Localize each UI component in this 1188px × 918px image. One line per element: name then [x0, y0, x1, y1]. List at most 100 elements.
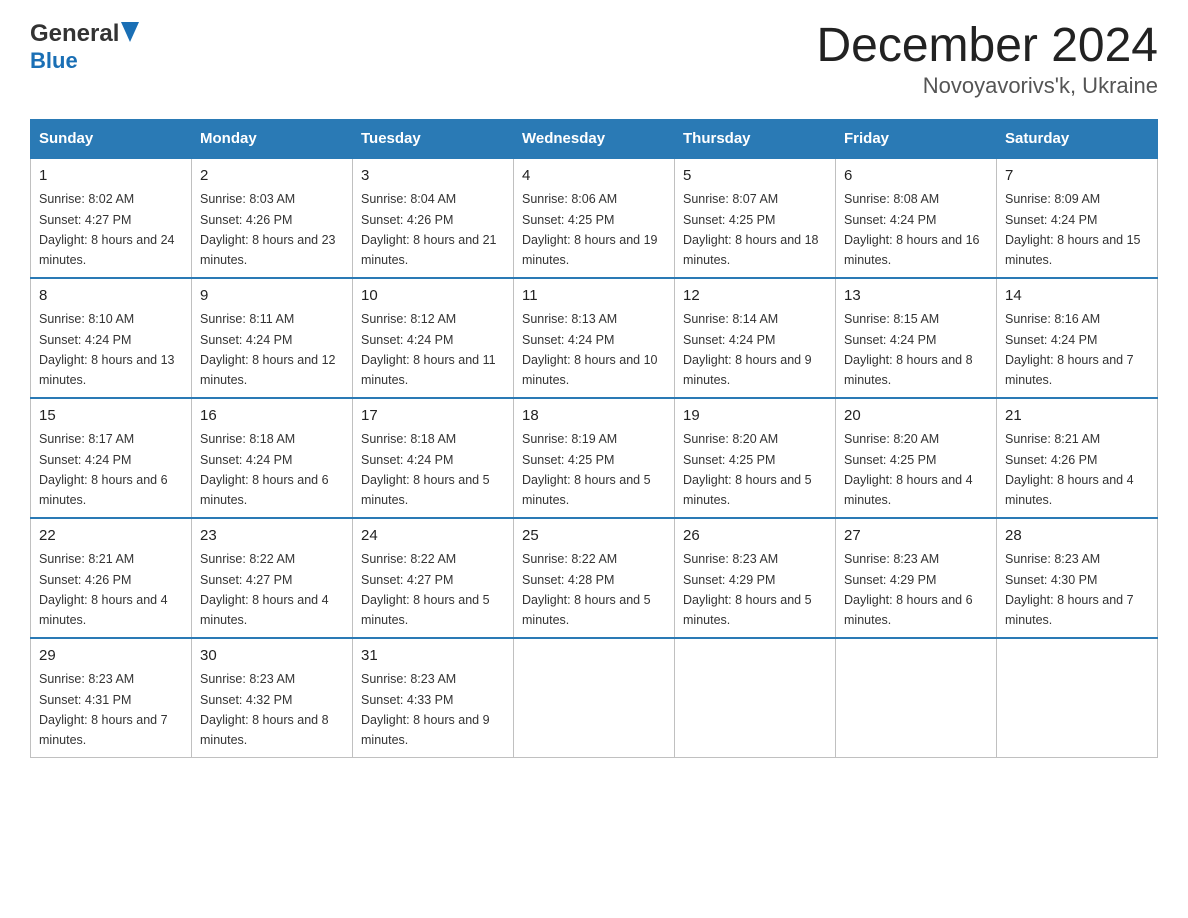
- calendar-cell: 7 Sunrise: 8:09 AMSunset: 4:24 PMDayligh…: [997, 158, 1158, 278]
- page-header: General Blue December 2024 Novoyavorivs'…: [30, 20, 1158, 99]
- calendar-cell: 19 Sunrise: 8:20 AMSunset: 4:25 PMDaylig…: [675, 398, 836, 518]
- logo: General Blue: [30, 20, 139, 74]
- day-number: 21: [1005, 405, 1149, 428]
- day-info: Sunrise: 8:23 AMSunset: 4:30 PMDaylight:…: [1005, 552, 1134, 627]
- day-info: Sunrise: 8:02 AMSunset: 4:27 PMDaylight:…: [39, 192, 175, 267]
- logo-general-text: General: [30, 20, 119, 48]
- day-number: 7: [1005, 165, 1149, 188]
- day-info: Sunrise: 8:03 AMSunset: 4:26 PMDaylight:…: [200, 192, 336, 267]
- calendar-table: SundayMondayTuesdayWednesdayThursdayFrid…: [30, 119, 1158, 759]
- day-info: Sunrise: 8:16 AMSunset: 4:24 PMDaylight:…: [1005, 312, 1134, 387]
- calendar-cell: [514, 638, 675, 758]
- day-info: Sunrise: 8:17 AMSunset: 4:24 PMDaylight:…: [39, 432, 168, 507]
- calendar-cell: 20 Sunrise: 8:20 AMSunset: 4:25 PMDaylig…: [836, 398, 997, 518]
- calendar-cell: 2 Sunrise: 8:03 AMSunset: 4:26 PMDayligh…: [192, 158, 353, 278]
- day-info: Sunrise: 8:13 AMSunset: 4:24 PMDaylight:…: [522, 312, 658, 387]
- calendar-week-row: 1 Sunrise: 8:02 AMSunset: 4:27 PMDayligh…: [31, 158, 1158, 278]
- calendar-cell: 26 Sunrise: 8:23 AMSunset: 4:29 PMDaylig…: [675, 518, 836, 638]
- day-number: 4: [522, 165, 666, 188]
- calendar-week-row: 8 Sunrise: 8:10 AMSunset: 4:24 PMDayligh…: [31, 278, 1158, 398]
- calendar-cell: 29 Sunrise: 8:23 AMSunset: 4:31 PMDaylig…: [31, 638, 192, 758]
- day-number: 16: [200, 405, 344, 428]
- calendar-cell: 8 Sunrise: 8:10 AMSunset: 4:24 PMDayligh…: [31, 278, 192, 398]
- calendar-cell: 9 Sunrise: 8:11 AMSunset: 4:24 PMDayligh…: [192, 278, 353, 398]
- calendar-cell: 11 Sunrise: 8:13 AMSunset: 4:24 PMDaylig…: [514, 278, 675, 398]
- weekday-header-friday: Friday: [836, 119, 997, 158]
- day-number: 17: [361, 405, 505, 428]
- weekday-header-sunday: Sunday: [31, 119, 192, 158]
- day-number: 14: [1005, 285, 1149, 308]
- day-number: 15: [39, 405, 183, 428]
- day-info: Sunrise: 8:19 AMSunset: 4:25 PMDaylight:…: [522, 432, 651, 507]
- day-number: 2: [200, 165, 344, 188]
- calendar-cell: 23 Sunrise: 8:22 AMSunset: 4:27 PMDaylig…: [192, 518, 353, 638]
- calendar-cell: 12 Sunrise: 8:14 AMSunset: 4:24 PMDaylig…: [675, 278, 836, 398]
- day-info: Sunrise: 8:11 AMSunset: 4:24 PMDaylight:…: [200, 312, 336, 387]
- page-subtitle: Novoyavorivs'k, Ukraine: [816, 73, 1158, 99]
- calendar-week-row: 15 Sunrise: 8:17 AMSunset: 4:24 PMDaylig…: [31, 398, 1158, 518]
- calendar-cell: [836, 638, 997, 758]
- calendar-cell: 5 Sunrise: 8:07 AMSunset: 4:25 PMDayligh…: [675, 158, 836, 278]
- day-info: Sunrise: 8:18 AMSunset: 4:24 PMDaylight:…: [200, 432, 329, 507]
- calendar-cell: 13 Sunrise: 8:15 AMSunset: 4:24 PMDaylig…: [836, 278, 997, 398]
- day-info: Sunrise: 8:06 AMSunset: 4:25 PMDaylight:…: [522, 192, 658, 267]
- day-number: 18: [522, 405, 666, 428]
- calendar-cell: 14 Sunrise: 8:16 AMSunset: 4:24 PMDaylig…: [997, 278, 1158, 398]
- day-number: 22: [39, 525, 183, 548]
- calendar-cell: 16 Sunrise: 8:18 AMSunset: 4:24 PMDaylig…: [192, 398, 353, 518]
- day-number: 3: [361, 165, 505, 188]
- day-info: Sunrise: 8:20 AMSunset: 4:25 PMDaylight:…: [683, 432, 812, 507]
- day-number: 11: [522, 285, 666, 308]
- calendar-cell: 30 Sunrise: 8:23 AMSunset: 4:32 PMDaylig…: [192, 638, 353, 758]
- calendar-cell: 4 Sunrise: 8:06 AMSunset: 4:25 PMDayligh…: [514, 158, 675, 278]
- day-info: Sunrise: 8:08 AMSunset: 4:24 PMDaylight:…: [844, 192, 980, 267]
- title-block: December 2024 Novoyavorivs'k, Ukraine: [816, 20, 1158, 99]
- day-info: Sunrise: 8:22 AMSunset: 4:27 PMDaylight:…: [361, 552, 490, 627]
- day-info: Sunrise: 8:23 AMSunset: 4:31 PMDaylight:…: [39, 672, 168, 747]
- day-info: Sunrise: 8:21 AMSunset: 4:26 PMDaylight:…: [39, 552, 168, 627]
- weekday-header-row: SundayMondayTuesdayWednesdayThursdayFrid…: [31, 119, 1158, 158]
- calendar-cell: 18 Sunrise: 8:19 AMSunset: 4:25 PMDaylig…: [514, 398, 675, 518]
- day-number: 10: [361, 285, 505, 308]
- day-info: Sunrise: 8:12 AMSunset: 4:24 PMDaylight:…: [361, 312, 496, 387]
- day-number: 25: [522, 525, 666, 548]
- calendar-cell: [675, 638, 836, 758]
- day-number: 12: [683, 285, 827, 308]
- calendar-week-row: 22 Sunrise: 8:21 AMSunset: 4:26 PMDaylig…: [31, 518, 1158, 638]
- day-number: 30: [200, 645, 344, 668]
- calendar-cell: 31 Sunrise: 8:23 AMSunset: 4:33 PMDaylig…: [353, 638, 514, 758]
- day-number: 27: [844, 525, 988, 548]
- day-info: Sunrise: 8:23 AMSunset: 4:29 PMDaylight:…: [683, 552, 812, 627]
- day-number: 5: [683, 165, 827, 188]
- calendar-cell: 27 Sunrise: 8:23 AMSunset: 4:29 PMDaylig…: [836, 518, 997, 638]
- calendar-cell: 25 Sunrise: 8:22 AMSunset: 4:28 PMDaylig…: [514, 518, 675, 638]
- calendar-cell: 15 Sunrise: 8:17 AMSunset: 4:24 PMDaylig…: [31, 398, 192, 518]
- day-info: Sunrise: 8:23 AMSunset: 4:33 PMDaylight:…: [361, 672, 490, 747]
- day-info: Sunrise: 8:20 AMSunset: 4:25 PMDaylight:…: [844, 432, 973, 507]
- day-info: Sunrise: 8:18 AMSunset: 4:24 PMDaylight:…: [361, 432, 490, 507]
- calendar-cell: 17 Sunrise: 8:18 AMSunset: 4:24 PMDaylig…: [353, 398, 514, 518]
- day-number: 23: [200, 525, 344, 548]
- weekday-header-wednesday: Wednesday: [514, 119, 675, 158]
- logo-arrow-icon: [121, 22, 139, 47]
- day-info: Sunrise: 8:15 AMSunset: 4:24 PMDaylight:…: [844, 312, 973, 387]
- day-info: Sunrise: 8:23 AMSunset: 4:29 PMDaylight:…: [844, 552, 973, 627]
- day-info: Sunrise: 8:04 AMSunset: 4:26 PMDaylight:…: [361, 192, 497, 267]
- day-number: 13: [844, 285, 988, 308]
- day-number: 28: [1005, 525, 1149, 548]
- day-info: Sunrise: 8:10 AMSunset: 4:24 PMDaylight:…: [39, 312, 175, 387]
- weekday-header-saturday: Saturday: [997, 119, 1158, 158]
- calendar-cell: [997, 638, 1158, 758]
- day-info: Sunrise: 8:23 AMSunset: 4:32 PMDaylight:…: [200, 672, 329, 747]
- day-info: Sunrise: 8:09 AMSunset: 4:24 PMDaylight:…: [1005, 192, 1141, 267]
- calendar-cell: 6 Sunrise: 8:08 AMSunset: 4:24 PMDayligh…: [836, 158, 997, 278]
- day-number: 31: [361, 645, 505, 668]
- day-number: 1: [39, 165, 183, 188]
- calendar-cell: 28 Sunrise: 8:23 AMSunset: 4:30 PMDaylig…: [997, 518, 1158, 638]
- calendar-cell: 3 Sunrise: 8:04 AMSunset: 4:26 PMDayligh…: [353, 158, 514, 278]
- day-info: Sunrise: 8:14 AMSunset: 4:24 PMDaylight:…: [683, 312, 812, 387]
- day-info: Sunrise: 8:21 AMSunset: 4:26 PMDaylight:…: [1005, 432, 1134, 507]
- weekday-header-tuesday: Tuesday: [353, 119, 514, 158]
- weekday-header-thursday: Thursday: [675, 119, 836, 158]
- calendar-cell: 1 Sunrise: 8:02 AMSunset: 4:27 PMDayligh…: [31, 158, 192, 278]
